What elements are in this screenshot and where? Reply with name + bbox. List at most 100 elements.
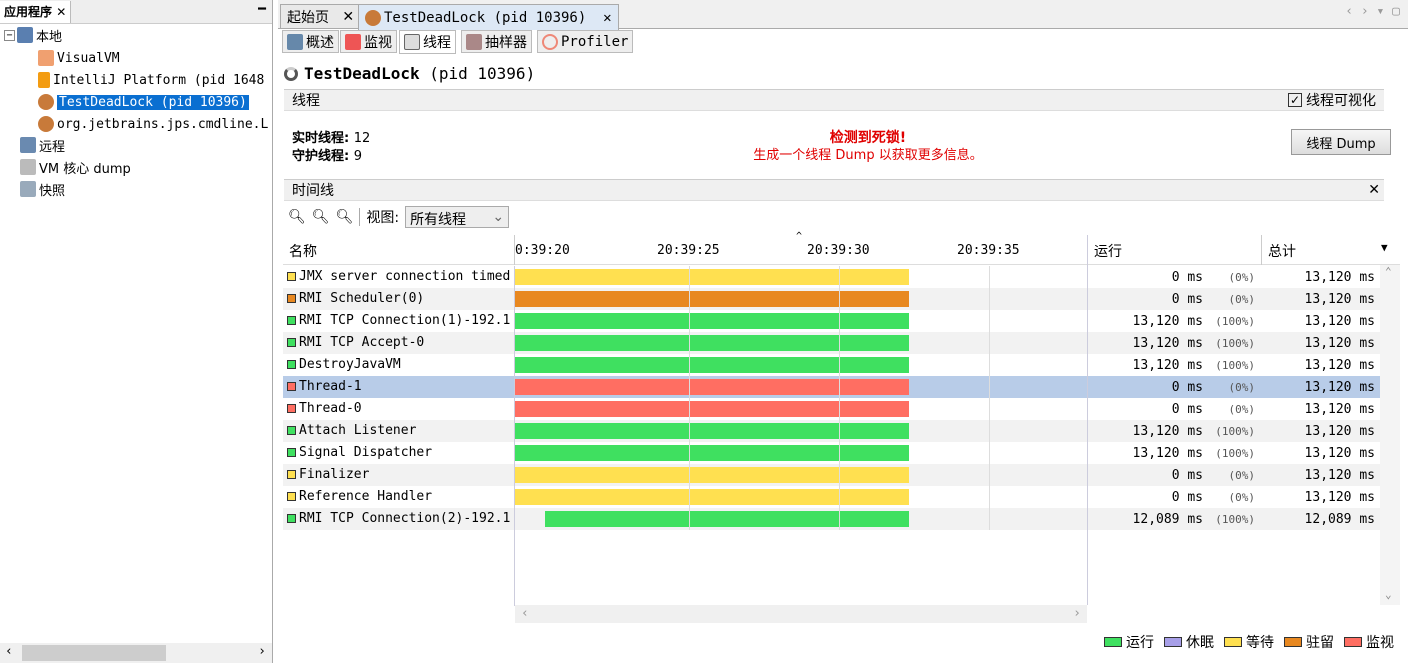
- tab-monitor[interactable]: 监视: [340, 30, 397, 53]
- minimize-icon[interactable]: ━: [258, 2, 266, 17]
- thread-state-bar: [515, 445, 909, 461]
- run-percent: (0%): [1228, 491, 1256, 504]
- applications-tab[interactable]: 应用程序 ✕: [0, 0, 72, 23]
- state-icon: [287, 514, 296, 523]
- legend-item-monitor: 监视: [1344, 632, 1394, 652]
- total-time: 13,120 ms: [1304, 468, 1375, 483]
- daemon-threads: 守护线程: 9: [292, 149, 363, 164]
- legend-swatch: [1224, 637, 1242, 647]
- column-menu-icon[interactable]: ▼: [1381, 241, 1388, 254]
- tab-overview[interactable]: 概述: [282, 30, 339, 53]
- tree-remote[interactable]: 远程: [20, 135, 65, 155]
- tick-label: 20:39:30: [807, 243, 870, 258]
- run-time: 12,089 ms: [1132, 512, 1203, 527]
- run-percent: (100%): [1215, 359, 1255, 372]
- tick-label: 20:39:35: [957, 243, 1020, 258]
- zoom-fit-icon[interactable]: 🔍︎: [336, 209, 354, 225]
- horizontal-scrollbar[interactable]: ‹ ›: [0, 643, 272, 663]
- total-time: 13,120 ms: [1304, 336, 1375, 351]
- tab-profiler[interactable]: Profiler: [537, 30, 634, 53]
- total-time: 13,120 ms: [1304, 270, 1375, 285]
- table-row[interactable]: Signal Dispatcher 13,120 ms (100%) 13,120 …: [283, 442, 1380, 464]
- thread-state-bar: [515, 379, 909, 395]
- legend-swatch: [1284, 637, 1302, 647]
- thread-name: JMX server connection timed: [287, 269, 515, 284]
- tree-item-testdeadlock[interactable]: TestDeadLock (pid 10396): [38, 92, 249, 112]
- close-icon[interactable]: ✕: [56, 5, 66, 19]
- table-row[interactable]: RMI TCP Connection(1)-192.1 13,120 ms (10…: [283, 310, 1380, 332]
- java-icon: [38, 116, 54, 132]
- close-icon[interactable]: ✕: [603, 10, 611, 26]
- tab-start-page[interactable]: 起始页 ✕: [280, 4, 362, 28]
- run-time: 0 ms: [1171, 380, 1203, 395]
- column-total[interactable]: 总计: [1268, 241, 1296, 261]
- total-time: 13,120 ms: [1304, 424, 1375, 439]
- column-run[interactable]: 运行: [1094, 241, 1122, 261]
- vertical-scrollbar[interactable]: ⌃ ⌄: [1380, 265, 1400, 605]
- state-icon: [287, 448, 296, 457]
- table-row[interactable]: RMI Scheduler(0) 0 ms (0%) 13,120 ms: [283, 288, 1380, 310]
- thread-state-bar: [515, 489, 909, 505]
- timeline-scrollbar[interactable]: ‹ ›: [515, 605, 1087, 623]
- thread-name: Signal Dispatcher: [287, 445, 515, 460]
- run-percent: (0%): [1228, 469, 1256, 482]
- intellij-icon: [38, 72, 50, 88]
- view-select[interactable]: 所有线程 ⌄: [405, 206, 510, 228]
- collapse-icon[interactable]: −: [4, 29, 15, 41]
- table-row[interactable]: Thread-0 0 ms (0%) 13,120 ms: [283, 398, 1380, 420]
- tab-nav-icons[interactable]: ‹ › ▾ ▢: [1345, 4, 1400, 19]
- table-row[interactable]: Finalizer 0 ms (0%) 13,120 ms: [283, 464, 1380, 486]
- zoom-in-icon[interactable]: 🔍︎: [288, 209, 306, 225]
- visualize-checkbox[interactable]: ✓ 线程可视化: [1288, 90, 1376, 110]
- thread-state-bar: [515, 357, 909, 373]
- table-row[interactable]: Reference Handler 0 ms (0%) 13,120 ms: [283, 486, 1380, 508]
- tree-item-intellij[interactable]: IntelliJ Platform (pid 1648: [38, 70, 264, 90]
- state-icon: [287, 426, 296, 435]
- tab-sampler[interactable]: 抽样器: [461, 30, 532, 53]
- timeline-toolbar: 🔍︎ 🔍︎ 🔍︎ 视图: 所有线程 ⌄: [288, 206, 510, 228]
- state-icon: [287, 360, 296, 369]
- tab-threads[interactable]: 线程: [399, 30, 456, 54]
- tree-snapshot[interactable]: 快照: [20, 179, 65, 199]
- state-icon: [287, 382, 296, 391]
- clock-icon: [542, 33, 558, 50]
- legend-swatch: [1164, 637, 1182, 647]
- legend: 运行 休眠 等待 驻留 监视: [1094, 632, 1394, 652]
- thread-name: DestroyJavaVM: [287, 357, 515, 372]
- overview-icon: [287, 33, 303, 50]
- total-time: 13,120 ms: [1304, 358, 1375, 373]
- table-row[interactable]: RMI TCP Accept-0 13,120 ms (100%) 13,120 m…: [283, 332, 1380, 354]
- total-time: 13,120 ms: [1304, 380, 1375, 395]
- thread-rows: JMX server connection timed 0 ms (0%) 13,1…: [0, 266, 1408, 606]
- table-row[interactable]: JMX server connection timed 0 ms (0%) 13,1…: [283, 266, 1380, 288]
- thread-state-bar: [515, 335, 909, 351]
- close-icon[interactable]: ✕: [342, 9, 354, 25]
- thread-dump-button[interactable]: 线程 Dump: [1291, 129, 1391, 155]
- table-row[interactable]: RMI TCP Connection(2)-192.1 12,089 ms (10…: [283, 508, 1380, 530]
- close-icon[interactable]: ✕: [1368, 182, 1380, 198]
- tree-local[interactable]: − 本地: [4, 25, 62, 45]
- tree-item-visualvm[interactable]: VisualVM: [38, 48, 120, 68]
- run-percent: (0%): [1228, 271, 1256, 284]
- tab-testdeadlock[interactable]: TestDeadLock (pid 10396) ✕: [358, 4, 619, 30]
- table-row[interactable]: DestroyJavaVM 13,120 ms (100%) 13,120 ms: [283, 354, 1380, 376]
- sampler-icon: [466, 33, 482, 50]
- tree-vm-core-dump[interactable]: VM 核心 dump: [20, 157, 131, 177]
- column-name[interactable]: 名称: [289, 241, 317, 261]
- java-icon: [365, 9, 381, 26]
- thread-name: Thread-1: [287, 379, 515, 394]
- timeline-section-header: 时间线 ✕: [284, 179, 1384, 201]
- run-time: 13,120 ms: [1132, 358, 1203, 373]
- run-time: 13,120 ms: [1132, 446, 1203, 461]
- table-row[interactable]: Attach Listener 13,120 ms (100%) 13,120 ms: [283, 420, 1380, 442]
- tree-item-jps[interactable]: org.jetbrains.jps.cmdline.L: [38, 114, 268, 134]
- state-icon: [287, 316, 296, 325]
- state-icon: [287, 492, 296, 501]
- zoom-out-icon[interactable]: 🔍︎: [312, 209, 330, 225]
- state-icon: [287, 294, 296, 303]
- remote-icon: [20, 137, 36, 153]
- state-icon: [287, 404, 296, 413]
- run-time: 13,120 ms: [1132, 336, 1203, 351]
- thread-state-bar: [515, 291, 909, 307]
- table-row[interactable]: Thread-1 0 ms (0%) 13,120 ms: [283, 376, 1380, 398]
